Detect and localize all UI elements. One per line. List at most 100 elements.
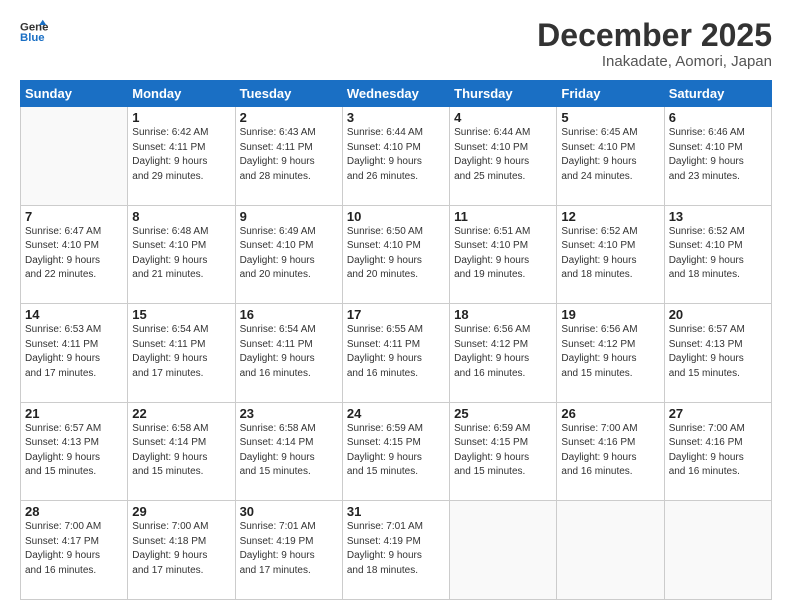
day-number: 3 bbox=[347, 110, 445, 125]
logo: General Blue bbox=[20, 18, 48, 46]
day-info: Sunrise: 6:42 AM Sunset: 4:11 PM Dayligh… bbox=[132, 126, 230, 184]
day-info: Sunrise: 6:52 AM Sunset: 4:10 PM Dayligh… bbox=[669, 225, 767, 283]
table-row: 14Sunrise: 6:53 AM Sunset: 4:11 PM Dayli… bbox=[21, 304, 128, 403]
day-number: 19 bbox=[561, 307, 659, 322]
day-info: Sunrise: 6:49 AM Sunset: 4:10 PM Dayligh… bbox=[240, 225, 338, 283]
location: Inakadate, Aomori, Japan bbox=[537, 53, 772, 70]
day-number: 12 bbox=[561, 209, 659, 224]
day-number: 20 bbox=[669, 307, 767, 322]
day-number: 10 bbox=[347, 209, 445, 224]
table-row bbox=[557, 501, 664, 600]
table-row: 9Sunrise: 6:49 AM Sunset: 4:10 PM Daylig… bbox=[235, 205, 342, 304]
table-row: 30Sunrise: 7:01 AM Sunset: 4:19 PM Dayli… bbox=[235, 501, 342, 600]
day-info: Sunrise: 6:59 AM Sunset: 4:15 PM Dayligh… bbox=[454, 422, 552, 480]
table-row: 2Sunrise: 6:43 AM Sunset: 4:11 PM Daylig… bbox=[235, 107, 342, 206]
day-info: Sunrise: 6:50 AM Sunset: 4:10 PM Dayligh… bbox=[347, 225, 445, 283]
day-info: Sunrise: 6:54 AM Sunset: 4:11 PM Dayligh… bbox=[240, 323, 338, 381]
day-number: 4 bbox=[454, 110, 552, 125]
day-number: 8 bbox=[132, 209, 230, 224]
day-info: Sunrise: 7:01 AM Sunset: 4:19 PM Dayligh… bbox=[347, 520, 445, 578]
table-row: 29Sunrise: 7:00 AM Sunset: 4:18 PM Dayli… bbox=[128, 501, 235, 600]
day-number: 22 bbox=[132, 406, 230, 421]
month-title: December 2025 bbox=[537, 18, 772, 53]
day-number: 15 bbox=[132, 307, 230, 322]
day-number: 11 bbox=[454, 209, 552, 224]
day-number: 30 bbox=[240, 504, 338, 519]
day-info: Sunrise: 7:00 AM Sunset: 4:18 PM Dayligh… bbox=[132, 520, 230, 578]
table-row bbox=[450, 501, 557, 600]
day-info: Sunrise: 6:56 AM Sunset: 4:12 PM Dayligh… bbox=[561, 323, 659, 381]
day-info: Sunrise: 6:44 AM Sunset: 4:10 PM Dayligh… bbox=[347, 126, 445, 184]
table-row: 18Sunrise: 6:56 AM Sunset: 4:12 PM Dayli… bbox=[450, 304, 557, 403]
table-row: 7Sunrise: 6:47 AM Sunset: 4:10 PM Daylig… bbox=[21, 205, 128, 304]
day-number: 17 bbox=[347, 307, 445, 322]
table-row: 3Sunrise: 6:44 AM Sunset: 4:10 PM Daylig… bbox=[342, 107, 449, 206]
header-wednesday: Wednesday bbox=[342, 81, 449, 107]
day-info: Sunrise: 6:57 AM Sunset: 4:13 PM Dayligh… bbox=[25, 422, 123, 480]
day-info: Sunrise: 6:59 AM Sunset: 4:15 PM Dayligh… bbox=[347, 422, 445, 480]
table-row bbox=[21, 107, 128, 206]
day-number: 14 bbox=[25, 307, 123, 322]
day-number: 16 bbox=[240, 307, 338, 322]
page: General Blue December 2025 Inakadate, Ao… bbox=[0, 0, 792, 612]
calendar-week-row: 28Sunrise: 7:00 AM Sunset: 4:17 PM Dayli… bbox=[21, 501, 772, 600]
calendar-week-row: 1Sunrise: 6:42 AM Sunset: 4:11 PM Daylig… bbox=[21, 107, 772, 206]
day-number: 29 bbox=[132, 504, 230, 519]
day-number: 28 bbox=[25, 504, 123, 519]
day-number: 23 bbox=[240, 406, 338, 421]
day-info: Sunrise: 6:52 AM Sunset: 4:10 PM Dayligh… bbox=[561, 225, 659, 283]
day-info: Sunrise: 6:58 AM Sunset: 4:14 PM Dayligh… bbox=[240, 422, 338, 480]
day-info: Sunrise: 6:44 AM Sunset: 4:10 PM Dayligh… bbox=[454, 126, 552, 184]
day-number: 24 bbox=[347, 406, 445, 421]
table-row: 28Sunrise: 7:00 AM Sunset: 4:17 PM Dayli… bbox=[21, 501, 128, 600]
day-info: Sunrise: 6:48 AM Sunset: 4:10 PM Dayligh… bbox=[132, 225, 230, 283]
day-info: Sunrise: 6:45 AM Sunset: 4:10 PM Dayligh… bbox=[561, 126, 659, 184]
table-row: 22Sunrise: 6:58 AM Sunset: 4:14 PM Dayli… bbox=[128, 402, 235, 501]
day-number: 26 bbox=[561, 406, 659, 421]
calendar-week-row: 7Sunrise: 6:47 AM Sunset: 4:10 PM Daylig… bbox=[21, 205, 772, 304]
table-row: 16Sunrise: 6:54 AM Sunset: 4:11 PM Dayli… bbox=[235, 304, 342, 403]
day-info: Sunrise: 6:57 AM Sunset: 4:13 PM Dayligh… bbox=[669, 323, 767, 381]
day-number: 2 bbox=[240, 110, 338, 125]
table-row: 1Sunrise: 6:42 AM Sunset: 4:11 PM Daylig… bbox=[128, 107, 235, 206]
logo-icon: General Blue bbox=[20, 18, 48, 46]
day-number: 31 bbox=[347, 504, 445, 519]
table-row: 17Sunrise: 6:55 AM Sunset: 4:11 PM Dayli… bbox=[342, 304, 449, 403]
table-row: 12Sunrise: 6:52 AM Sunset: 4:10 PM Dayli… bbox=[557, 205, 664, 304]
day-number: 18 bbox=[454, 307, 552, 322]
table-row: 27Sunrise: 7:00 AM Sunset: 4:16 PM Dayli… bbox=[664, 402, 771, 501]
day-info: Sunrise: 6:56 AM Sunset: 4:12 PM Dayligh… bbox=[454, 323, 552, 381]
day-info: Sunrise: 6:54 AM Sunset: 4:11 PM Dayligh… bbox=[132, 323, 230, 381]
day-info: Sunrise: 7:00 AM Sunset: 4:17 PM Dayligh… bbox=[25, 520, 123, 578]
table-row: 13Sunrise: 6:52 AM Sunset: 4:10 PM Dayli… bbox=[664, 205, 771, 304]
table-row: 5Sunrise: 6:45 AM Sunset: 4:10 PM Daylig… bbox=[557, 107, 664, 206]
table-row: 31Sunrise: 7:01 AM Sunset: 4:19 PM Dayli… bbox=[342, 501, 449, 600]
day-info: Sunrise: 6:53 AM Sunset: 4:11 PM Dayligh… bbox=[25, 323, 123, 381]
header-monday: Monday bbox=[128, 81, 235, 107]
calendar-week-row: 21Sunrise: 6:57 AM Sunset: 4:13 PM Dayli… bbox=[21, 402, 772, 501]
table-row: 19Sunrise: 6:56 AM Sunset: 4:12 PM Dayli… bbox=[557, 304, 664, 403]
title-block: December 2025 Inakadate, Aomori, Japan bbox=[537, 18, 772, 70]
calendar-table: Sunday Monday Tuesday Wednesday Thursday… bbox=[20, 80, 772, 600]
calendar-header-row: Sunday Monday Tuesday Wednesday Thursday… bbox=[21, 81, 772, 107]
day-number: 27 bbox=[669, 406, 767, 421]
day-info: Sunrise: 6:58 AM Sunset: 4:14 PM Dayligh… bbox=[132, 422, 230, 480]
svg-text:Blue: Blue bbox=[20, 32, 45, 44]
day-number: 13 bbox=[669, 209, 767, 224]
day-number: 1 bbox=[132, 110, 230, 125]
day-info: Sunrise: 6:47 AM Sunset: 4:10 PM Dayligh… bbox=[25, 225, 123, 283]
table-row: 11Sunrise: 6:51 AM Sunset: 4:10 PM Dayli… bbox=[450, 205, 557, 304]
table-row bbox=[664, 501, 771, 600]
day-info: Sunrise: 7:00 AM Sunset: 4:16 PM Dayligh… bbox=[669, 422, 767, 480]
table-row: 4Sunrise: 6:44 AM Sunset: 4:10 PM Daylig… bbox=[450, 107, 557, 206]
table-row: 6Sunrise: 6:46 AM Sunset: 4:10 PM Daylig… bbox=[664, 107, 771, 206]
day-number: 9 bbox=[240, 209, 338, 224]
day-info: Sunrise: 6:46 AM Sunset: 4:10 PM Dayligh… bbox=[669, 126, 767, 184]
header-sunday: Sunday bbox=[21, 81, 128, 107]
table-row: 23Sunrise: 6:58 AM Sunset: 4:14 PM Dayli… bbox=[235, 402, 342, 501]
day-number: 6 bbox=[669, 110, 767, 125]
day-info: Sunrise: 6:55 AM Sunset: 4:11 PM Dayligh… bbox=[347, 323, 445, 381]
day-info: Sunrise: 6:43 AM Sunset: 4:11 PM Dayligh… bbox=[240, 126, 338, 184]
table-row: 8Sunrise: 6:48 AM Sunset: 4:10 PM Daylig… bbox=[128, 205, 235, 304]
day-info: Sunrise: 7:01 AM Sunset: 4:19 PM Dayligh… bbox=[240, 520, 338, 578]
